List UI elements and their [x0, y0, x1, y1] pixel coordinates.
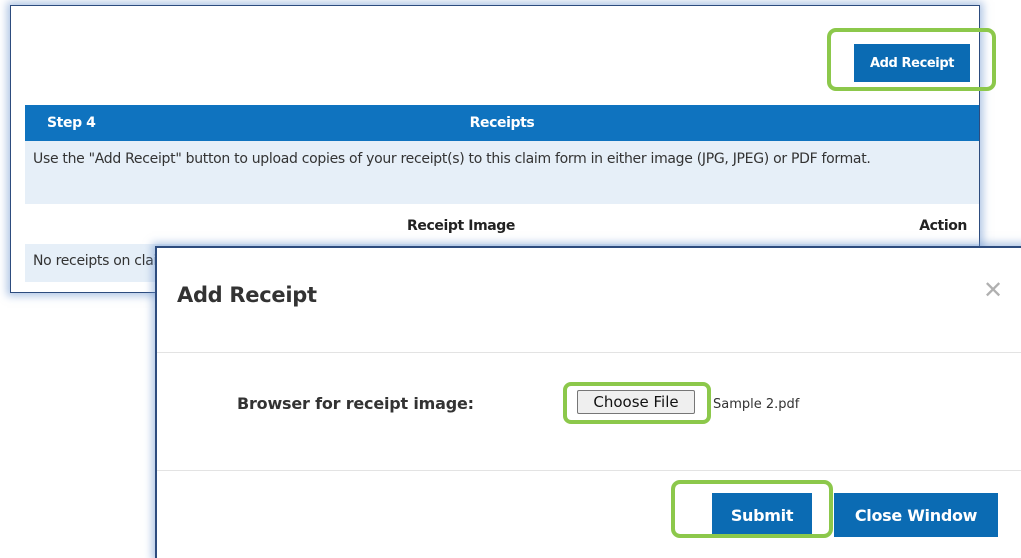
submit-highlight: [671, 480, 833, 538]
modal-footer-divider: [157, 470, 1021, 471]
modal-title: Add Receipt: [177, 283, 317, 307]
add-receipt-modal: Add Receipt ✕ Browser for receipt image:…: [155, 246, 1021, 558]
modal-header-divider: [157, 352, 1021, 353]
column-receipt-image: Receipt Image: [407, 218, 516, 234]
selected-file-name: Sample 2.pdf: [713, 397, 800, 412]
section-title: Receipts: [469, 115, 535, 131]
close-window-button[interactable]: Close Window: [834, 493, 998, 537]
column-action: Action: [919, 218, 967, 234]
browse-label: Browser for receipt image:: [237, 394, 474, 413]
add-receipt-highlight: [827, 28, 996, 91]
close-icon[interactable]: ✕: [983, 278, 1003, 302]
instructions-text: Use the "Add Receipt" button to upload c…: [25, 141, 979, 204]
receipts-table-header: Receipt Image Action: [25, 204, 979, 244]
step-header: Step 4 Receipts: [25, 105, 979, 141]
empty-message: No receipts on claim.: [33, 253, 175, 269]
choose-file-highlight: [563, 382, 711, 424]
